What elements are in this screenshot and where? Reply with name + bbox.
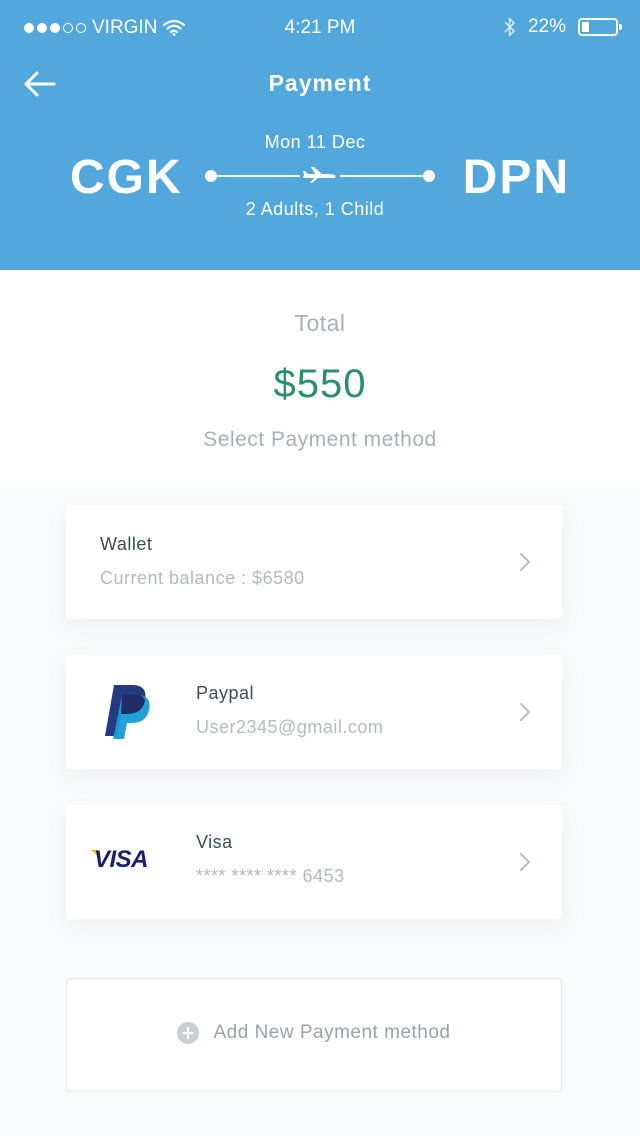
chevron-right-icon bbox=[520, 703, 530, 721]
destination-code: DPN bbox=[462, 151, 570, 204]
chevron-right-icon bbox=[520, 553, 530, 571]
origin-code: CGK bbox=[70, 151, 183, 204]
battery-percent: 22% bbox=[527, 16, 566, 37]
bluetooth-icon bbox=[504, 17, 515, 37]
total-section: Total $550 Select Payment method bbox=[0, 270, 640, 485]
total-amount: $550 bbox=[273, 362, 367, 406]
airplane-icon bbox=[303, 167, 336, 183]
visa-card-number: **** **** **** 6453 bbox=[196, 866, 345, 886]
add-payment-method-button[interactable]: Add New Payment method bbox=[66, 978, 562, 1092]
svg-text:VISA: VISA bbox=[94, 846, 148, 871]
header: VIRGIN 4:21 PM 22% Payment CGK Mon 11 De… bbox=[0, 0, 640, 270]
wallet-title: Wallet bbox=[100, 534, 153, 554]
visa-option[interactable]: VISA Visa **** **** **** 6453 bbox=[66, 805, 562, 919]
flight-route-icon bbox=[205, 167, 435, 183]
status-right: 22% bbox=[504, 16, 622, 38]
status-bar: VIRGIN 4:21 PM 22% bbox=[0, 0, 640, 56]
add-payment-label: Add New Payment method bbox=[213, 1022, 451, 1043]
chevron-right-icon bbox=[520, 853, 530, 871]
paypal-option[interactable]: Paypal User2345@gmail.com bbox=[66, 655, 562, 769]
add-payment-inner: Add New Payment method bbox=[67, 1022, 561, 1044]
paypal-title: Paypal bbox=[196, 683, 255, 703]
page-title: Payment bbox=[268, 70, 372, 96]
payment-method-list: Wallet Current balance : $6580 Paypal Us… bbox=[0, 485, 640, 1136]
battery-icon bbox=[578, 18, 622, 36]
plus-circle-icon bbox=[177, 1022, 200, 1044]
paypal-email: User2345@gmail.com bbox=[196, 717, 384, 737]
paypal-logo-icon bbox=[105, 685, 150, 739]
wallet-option[interactable]: Wallet Current balance : $6580 bbox=[66, 505, 562, 619]
visa-title: Visa bbox=[196, 832, 233, 852]
total-label: Total bbox=[294, 310, 346, 336]
select-payment-label: Select Payment method bbox=[203, 428, 437, 451]
wallet-balance: Current balance : $6580 bbox=[100, 568, 305, 588]
visa-logo-icon: VISA bbox=[91, 846, 149, 871]
